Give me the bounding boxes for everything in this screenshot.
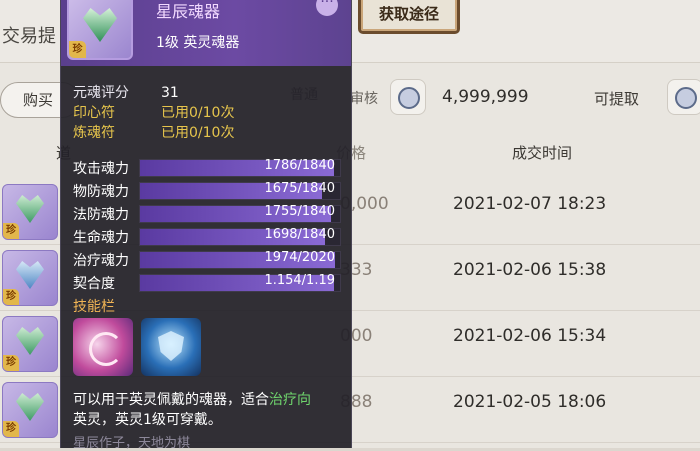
rare-badge: 珍 — [3, 289, 19, 305]
stat-magic-defense: 法防魂力 1755/1840 — [73, 204, 343, 223]
soul-gem-icon — [16, 195, 44, 223]
tooltip-header: 珍 星辰魂器 ··· 1级 英灵魂器 — [61, 0, 351, 66]
audit-label: 审核 — [350, 91, 378, 107]
description-highlight: 治疗向 — [269, 392, 311, 408]
row-time: 2021-02-05 18:06 — [453, 392, 607, 412]
seal-charm: 印心符 已用0/10次 — [73, 102, 234, 122]
column-header-time: 成交时间 — [512, 144, 573, 162]
stat-attack: 攻击魂力 1786/1840 — [73, 158, 343, 177]
stat-physical-defense: 物防魂力 1675/1840 — [73, 181, 343, 200]
stat-healing: 治疗魂力 1974/2020 — [73, 250, 343, 269]
balance-value: 4,999,999 — [442, 87, 529, 107]
coin-icon — [667, 79, 700, 115]
refine-charm-label: 炼魂符 — [73, 125, 115, 141]
item-thumbnail[interactable]: 珍 — [2, 250, 58, 306]
stat-value: 1974/2020 — [264, 250, 335, 265]
rare-badge: 珍 — [3, 223, 19, 239]
skill-bar-label: 技能栏 — [73, 299, 115, 315]
soul-score-value: 31 — [161, 85, 179, 101]
row-time: 2021-02-06 15:34 — [453, 326, 607, 346]
item-tooltip: 珍 星辰魂器 ··· 1级 英灵魂器 元魂评分 31 印心符 已用0/10次 炼魂符… — [60, 0, 352, 451]
row-time: 2021-02-07 18:23 — [453, 194, 607, 214]
stat-affinity: 契合度 1.154/1.19 — [73, 273, 343, 292]
item-thumbnail[interactable]: 珍 — [2, 184, 58, 240]
row-time: 2021-02-06 15:38 — [453, 260, 607, 280]
stat-value: 1.154/1.19 — [264, 273, 335, 288]
stat-label: 生命魂力 — [73, 230, 129, 246]
description-text: 英灵，英灵1级可穿戴。 — [73, 412, 222, 428]
rare-badge: 珍 — [3, 421, 19, 437]
soul-gem-icon — [83, 8, 117, 42]
soul-gem-icon — [16, 261, 44, 289]
stat-label: 物防魂力 — [73, 184, 129, 200]
shield-skill-icon[interactable] — [141, 318, 201, 376]
stat-label: 契合度 — [73, 276, 115, 292]
stat-value: 1755/1840 — [264, 204, 335, 219]
item-level-type: 1级 英灵魂器 — [156, 35, 240, 51]
stat-label: 法防魂力 — [73, 207, 129, 223]
item-name: 星辰魂器 — [156, 2, 221, 21]
obtain-source-button[interactable]: 获取途径 — [358, 0, 460, 34]
soul-gem-icon — [16, 327, 44, 355]
page-title: 交易提 — [2, 26, 56, 47]
rare-badge: 珍 — [3, 355, 19, 371]
more-options-icon[interactable]: ··· — [316, 0, 338, 16]
item-thumbnail[interactable]: 珍 — [2, 382, 58, 438]
stat-label: 治疗魂力 — [73, 253, 129, 269]
item-description: 可以用于英灵佩戴的魂器，适合治疗向 英灵，英灵1级可穿戴。 — [73, 390, 343, 430]
seal-charm-label: 印心符 — [73, 105, 115, 121]
rare-badge: 珍 — [69, 41, 86, 58]
refine-charm-value: 已用0/10次 — [161, 125, 235, 141]
item-icon: 珍 — [67, 0, 133, 60]
withdraw-label: 可提取 — [594, 90, 640, 108]
stat-health: 生命魂力 1698/1840 — [73, 227, 343, 246]
stat-label: 攻击魂力 — [73, 161, 129, 177]
soul-score-label: 元魂评分 — [73, 85, 129, 101]
seal-charm-value: 已用0/10次 — [161, 105, 235, 121]
spiral-skill-icon[interactable] — [73, 318, 133, 376]
stat-value: 1698/1840 — [264, 227, 335, 242]
item-thumbnail[interactable]: 珍 — [2, 316, 58, 372]
coin-icon — [390, 79, 426, 115]
description-text: 可以用于英灵佩戴的魂器，适合 — [73, 392, 269, 408]
refine-charm: 炼魂符 已用0/10次 — [73, 122, 234, 142]
stat-value: 1786/1840 — [264, 158, 335, 173]
soul-gem-icon — [16, 393, 44, 421]
stat-value: 1675/1840 — [264, 181, 335, 196]
item-flavor-text: 星辰作子，天地为棋 — [73, 436, 191, 451]
soul-score: 元魂评分 31 — [73, 82, 179, 102]
